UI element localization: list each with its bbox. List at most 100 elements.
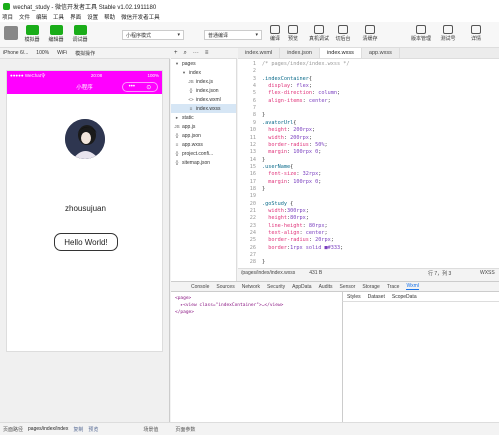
simulate-operation-select[interactable]: 模拟操作 — [75, 50, 95, 57]
compile-button[interactable]: 编译 — [265, 25, 285, 42]
devtools-tab-audits[interactable]: Audits — [319, 284, 333, 290]
tree-item[interactable]: JS app.js — [171, 122, 236, 131]
menu-tools[interactable]: 工具 — [53, 13, 64, 21]
simulator-toggle-button[interactable]: 模拟器 — [22, 25, 42, 43]
file-path: /pages/index/index.wxss — [241, 270, 296, 276]
zoom-select[interactable]: 100% — [36, 50, 49, 56]
mode-select[interactable]: 小程序模式 ▾ — [122, 30, 184, 40]
window-title: wechat_study - 微信开发者工具 Stable v1.02.1911… — [13, 4, 157, 11]
tab-app-wxss[interactable]: app.wxss — [362, 48, 400, 58]
tree-item[interactable]: <> index.wxml — [171, 95, 236, 104]
menu-project[interactable]: 项目 — [2, 13, 13, 21]
tree-item[interactable]: JS index.js — [171, 77, 236, 86]
tab-index-wxml[interactable]: index.wxml — [238, 48, 281, 58]
line-number: 8 — [252, 112, 256, 119]
code-token: } — [262, 112, 266, 119]
menu-help[interactable]: 帮助 — [104, 13, 115, 21]
tree-item-label: app.wxss — [182, 141, 203, 148]
line-number: 2 — [252, 68, 256, 75]
menu-file[interactable]: 文件 — [19, 13, 30, 21]
code-token: ; — [305, 208, 309, 214]
menu-view[interactable]: 界面 — [70, 13, 81, 21]
network-select[interactable]: WiFi — [57, 50, 67, 56]
devtools-tab-sources[interactable]: Sources — [216, 284, 234, 290]
code-token: 200rpx — [293, 127, 312, 134]
page-params-label[interactable]: 页面参数 — [175, 426, 195, 433]
search-icon[interactable]: ⌕ — [184, 50, 187, 57]
tree-item[interactable]: ▸ static — [171, 113, 236, 122]
code-editor[interactable]: 1 /* pages/index/index.wxss */ 2 3 .indexCon… — [238, 59, 499, 268]
devtools-tab-console[interactable]: Console — [191, 284, 209, 290]
device-select[interactable]: iPhone 6/... — [3, 50, 28, 56]
add-file-icon[interactable]: + — [174, 50, 178, 56]
tree-item[interactable]: ≡ app.wxss — [171, 140, 236, 149]
line-number: 23 — [249, 222, 256, 229]
tree-item[interactable]: ▾ pages — [171, 59, 236, 68]
tree-item[interactable]: {} index.json — [171, 86, 236, 95]
code-token: } — [262, 259, 266, 266]
line-number: 6 — [252, 97, 256, 104]
code-token: ; — [312, 127, 316, 134]
devtools-tab-wxml[interactable]: Wxml — [406, 283, 419, 290]
side-tab-scopedata[interactable]: ScopeData — [392, 294, 417, 300]
menu-settings[interactable]: 设置 — [87, 13, 98, 21]
version-management-button[interactable]: 版本管理 — [408, 25, 434, 42]
tab-label: index.wxml — [245, 50, 273, 56]
more-icon[interactable]: ··· — [193, 50, 199, 56]
devtools-tab-trace[interactable]: Trace — [387, 284, 400, 290]
scene-label[interactable]: 场景值 — [143, 426, 158, 433]
more-icon[interactable]: ••• — [129, 84, 135, 90]
side-tab-dataset[interactable]: Dataset — [368, 294, 385, 300]
remote-debug-button[interactable]: 真机调试 — [307, 25, 331, 42]
devtools-tab-appdata[interactable]: AppData — [292, 284, 311, 290]
debugger-toggle-button[interactable]: 调试器 — [70, 25, 90, 43]
hello-world-button[interactable]: Hello World! — [54, 233, 118, 251]
code-line: height: 200rpx; — [262, 127, 315, 133]
devtools-tab-sensor[interactable]: Sensor — [339, 284, 355, 290]
capsule-menu[interactable]: ••• ⊙ — [122, 82, 158, 92]
tree-item[interactable]: {} project.confi... — [171, 149, 236, 158]
menu-devtools[interactable]: 微信开发者工具 — [121, 13, 160, 21]
clear-cache-button[interactable]: 清缓存 — [360, 25, 380, 42]
copy-link[interactable]: 复制 — [73, 426, 83, 433]
user-avatar[interactable] — [4, 26, 18, 40]
tab-index-json[interactable]: index.json — [280, 48, 320, 58]
tab-label: index.json — [287, 50, 312, 56]
preview-link[interactable]: 预览 — [88, 426, 98, 433]
code-token: 1rpx solid ■#333 — [290, 244, 341, 251]
phone-screen: ●●●●● WeChat令 20:08 100% 小程序 ••• ⊙ zhous… — [6, 70, 163, 352]
tab-index-wxss[interactable]: index.wxss — [319, 48, 362, 58]
test-account-button[interactable]: 测试号 — [438, 25, 458, 42]
line-number: 15 — [249, 163, 256, 170]
preview-button[interactable]: 预览 — [283, 25, 303, 42]
file-type-icon: {} — [175, 151, 179, 156]
dom-node-view[interactable]: ▸<view class="indexContainer">…</view> — [175, 302, 283, 309]
details-button[interactable]: 详情 — [466, 25, 486, 42]
devtools-tab-security[interactable]: Security — [267, 284, 285, 290]
devtools-tab-storage[interactable]: Storage — [362, 284, 380, 290]
menu-edit[interactable]: 编辑 — [36, 13, 47, 21]
wxml-tree[interactable]: <page> ▸<view class="indexContainer">…</… — [175, 295, 283, 316]
side-tab-styles[interactable]: Styles — [347, 294, 361, 300]
close-icon[interactable]: ⊙ — [146, 84, 151, 91]
tree-item[interactable]: ▾ index — [171, 68, 236, 77]
tree-item[interactable]: {} app.json — [171, 131, 236, 140]
code-token: center — [305, 230, 325, 237]
line-number: 19 — [249, 193, 256, 200]
language-mode[interactable]: WXSS — [480, 270, 495, 276]
code-token: 200rpx — [290, 134, 309, 141]
code-token: ; — [318, 178, 322, 185]
layout-icon[interactable]: ≡ — [205, 50, 209, 56]
editor-toggle-button[interactable]: 编辑器 — [46, 25, 66, 43]
line-number: 4 — [252, 83, 256, 90]
code-line: width:300rpx; — [262, 208, 309, 214]
compile-mode-select[interactable]: 普通编译 ▾ — [204, 30, 262, 40]
cut-backend-button[interactable]: 切后台 — [333, 25, 353, 42]
code-token: { — [287, 200, 294, 207]
tree-item[interactable]: {} sitemap.json — [171, 158, 236, 167]
dom-node-page-open[interactable]: <page> — [175, 295, 283, 302]
devtools-tab-network[interactable]: Network — [242, 284, 260, 290]
cursor-position: 行 7，列 3 — [428, 270, 452, 277]
line-number: 14 — [249, 156, 256, 163]
tree-item[interactable]: ≡ index.wxss — [171, 104, 236, 113]
